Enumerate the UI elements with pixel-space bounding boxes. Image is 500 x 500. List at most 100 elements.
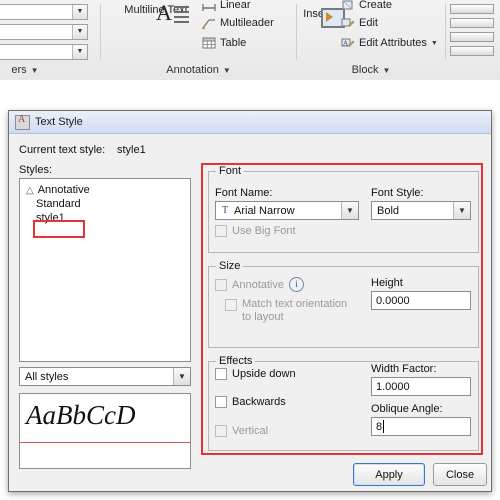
match-text-orientation-checkbox[interactable]: Match text orientation to layout bbox=[225, 298, 347, 324]
edit-attributes-label: Edit Attributes bbox=[359, 37, 427, 49]
font-group-label: Font bbox=[216, 165, 245, 177]
height-label: Height bbox=[371, 277, 403, 289]
font-style-dropdown[interactable]: Bold ▼ bbox=[371, 201, 471, 220]
vertical-checkbox[interactable]: Vertical bbox=[215, 425, 268, 437]
ribbon: ▼ ▼ ▼ ers ▼ A Multiline Text Linear Mult… bbox=[0, 0, 500, 81]
width-factor-label: Width Factor: bbox=[371, 363, 437, 375]
multiline-text-button[interactable]: A Multiline Text bbox=[114, 0, 198, 25]
font-style-label: Font Style: bbox=[371, 187, 424, 199]
checkbox-box bbox=[215, 425, 227, 437]
font-name-dropdown[interactable]: T Arial Narrow ▼ bbox=[215, 201, 359, 220]
list-item[interactable]: △ Annotative bbox=[20, 183, 190, 197]
table-label: Table bbox=[220, 37, 247, 49]
layer-combo-3[interactable]: ▼ bbox=[0, 44, 88, 60]
annotative-icon: △ bbox=[26, 184, 34, 196]
height-input[interactable]: 0.0000 bbox=[371, 291, 471, 310]
upside-down-checkbox[interactable]: Upside down bbox=[215, 368, 296, 380]
edit-label: Edit bbox=[359, 17, 378, 29]
linear-label: Linear bbox=[220, 0, 251, 11]
styles-label: Styles: bbox=[19, 164, 53, 176]
property-row[interactable] bbox=[450, 18, 494, 28]
edit-block-icon bbox=[341, 16, 355, 30]
dialog-titlebar[interactable]: Text Style bbox=[9, 111, 491, 134]
styles-filter-dropdown[interactable]: All styles ▼ bbox=[19, 367, 191, 386]
styles-filter-value: All styles bbox=[25, 370, 69, 383]
checkbox-box bbox=[215, 396, 227, 408]
current-style-label: Current text style: bbox=[19, 144, 106, 156]
text-style-icon bbox=[15, 114, 30, 130]
checkbox-box bbox=[215, 278, 227, 291]
edit-attributes-icon: A bbox=[341, 36, 355, 50]
property-row[interactable] bbox=[450, 46, 494, 56]
property-row[interactable] bbox=[450, 32, 494, 42]
apply-label: Apply bbox=[375, 468, 403, 481]
size-group-label: Size bbox=[216, 260, 244, 272]
width-factor-value: 1.0000 bbox=[376, 380, 410, 393]
use-big-font-checkbox[interactable]: Use Big Font bbox=[215, 225, 296, 237]
linear-dimension-icon bbox=[202, 0, 216, 12]
list-item-label: Standard bbox=[36, 198, 81, 210]
edit-block-button[interactable]: Edit bbox=[341, 16, 378, 30]
property-row[interactable] bbox=[450, 4, 494, 14]
insert-button[interactable]: Insert bbox=[297, 6, 345, 28]
backwards-checkbox[interactable]: Backwards bbox=[215, 396, 286, 408]
ribbon-panel-title-text: ers bbox=[11, 64, 27, 76]
font-name-value: Arial Narrow bbox=[234, 204, 295, 217]
edit-attributes-button[interactable]: A Edit Attributes ▼ bbox=[341, 36, 438, 50]
list-item-label: Annotative bbox=[37, 184, 90, 196]
ribbon-panel-title-text: Block bbox=[351, 64, 379, 76]
oblique-angle-input[interactable]: 8 bbox=[371, 417, 471, 436]
ribbon-panel-title-text: Annotation bbox=[166, 64, 219, 76]
chevron-down-icon[interactable]: ▼ bbox=[72, 45, 87, 59]
table-button[interactable]: Table bbox=[202, 36, 246, 50]
multileader-icon bbox=[202, 16, 216, 30]
font-name-label: Font Name: bbox=[215, 187, 273, 199]
ribbon-divider bbox=[445, 4, 446, 60]
checkbox-box bbox=[215, 368, 227, 380]
backwards-label: Backwards bbox=[232, 396, 286, 408]
preview-text: AaBbCcD bbox=[26, 400, 136, 430]
create-label: Create bbox=[359, 0, 393, 11]
use-big-font-label: Use Big Font bbox=[232, 225, 296, 237]
multileader-button[interactable]: Multileader bbox=[202, 16, 274, 30]
style-preview: AaBbCcD bbox=[19, 393, 191, 469]
styles-list[interactable]: △ Annotative Standard style1 bbox=[19, 178, 191, 362]
vertical-label: Vertical bbox=[232, 425, 269, 437]
match-text-orientation-label-line1: Match text orientation bbox=[242, 298, 348, 310]
annotative-checkbox[interactable]: Annotative i bbox=[215, 277, 304, 292]
text-style-dialog: Text Style Current text style: style1 St… bbox=[8, 110, 492, 492]
chevron-down-icon[interactable]: ▼ bbox=[431, 40, 438, 47]
chevron-down-icon[interactable]: ▼ bbox=[453, 202, 470, 219]
create-block-button[interactable]: Create bbox=[341, 0, 392, 12]
checkbox-box bbox=[215, 225, 227, 237]
close-label: Close bbox=[445, 468, 475, 481]
width-factor-input[interactable]: 1.0000 bbox=[371, 377, 471, 396]
chevron-down-icon[interactable]: ▼ bbox=[341, 202, 358, 219]
upside-down-label: Upside down bbox=[232, 368, 296, 380]
font-style-value: Bold bbox=[377, 204, 400, 217]
apply-button[interactable]: Apply bbox=[353, 463, 425, 486]
layer-combo-2[interactable]: ▼ bbox=[0, 24, 88, 40]
font-icon: T bbox=[221, 204, 229, 216]
multileader-label: Multileader bbox=[220, 17, 274, 29]
chevron-down-icon[interactable]: ▼ bbox=[173, 368, 190, 385]
close-button[interactable]: Close bbox=[433, 463, 487, 486]
ribbon-panel-title-annotation[interactable]: Annotation ▼ bbox=[101, 61, 296, 79]
svg-text:A: A bbox=[343, 40, 348, 48]
info-icon[interactable]: i bbox=[288, 277, 304, 292]
ribbon-panel-title-layers[interactable]: ers ▼ bbox=[0, 61, 60, 79]
list-item[interactable]: Standard bbox=[20, 197, 190, 211]
ribbon-panel-annotation: A Multiline Text Linear Multileader Tabl… bbox=[101, 0, 296, 60]
chevron-down-icon[interactable]: ▼ bbox=[72, 5, 87, 19]
linear-button[interactable]: Linear bbox=[202, 0, 251, 12]
chevron-down-icon: ▼ bbox=[222, 66, 231, 75]
ribbon-panel-title-block[interactable]: Block ▼ bbox=[297, 61, 445, 79]
table-icon bbox=[202, 36, 216, 50]
ribbon-panel-block: Insert Create Edit A Edit Attributes ▼ bbox=[297, 0, 445, 60]
effects-group-label: Effects bbox=[216, 355, 256, 367]
match-text-orientation-label-line2: to layout bbox=[242, 311, 284, 323]
chevron-down-icon[interactable]: ▼ bbox=[72, 25, 87, 39]
dialog-title: Text Style bbox=[35, 116, 83, 128]
preview-baseline bbox=[20, 442, 190, 443]
layer-combo-1[interactable]: ▼ bbox=[0, 4, 88, 20]
